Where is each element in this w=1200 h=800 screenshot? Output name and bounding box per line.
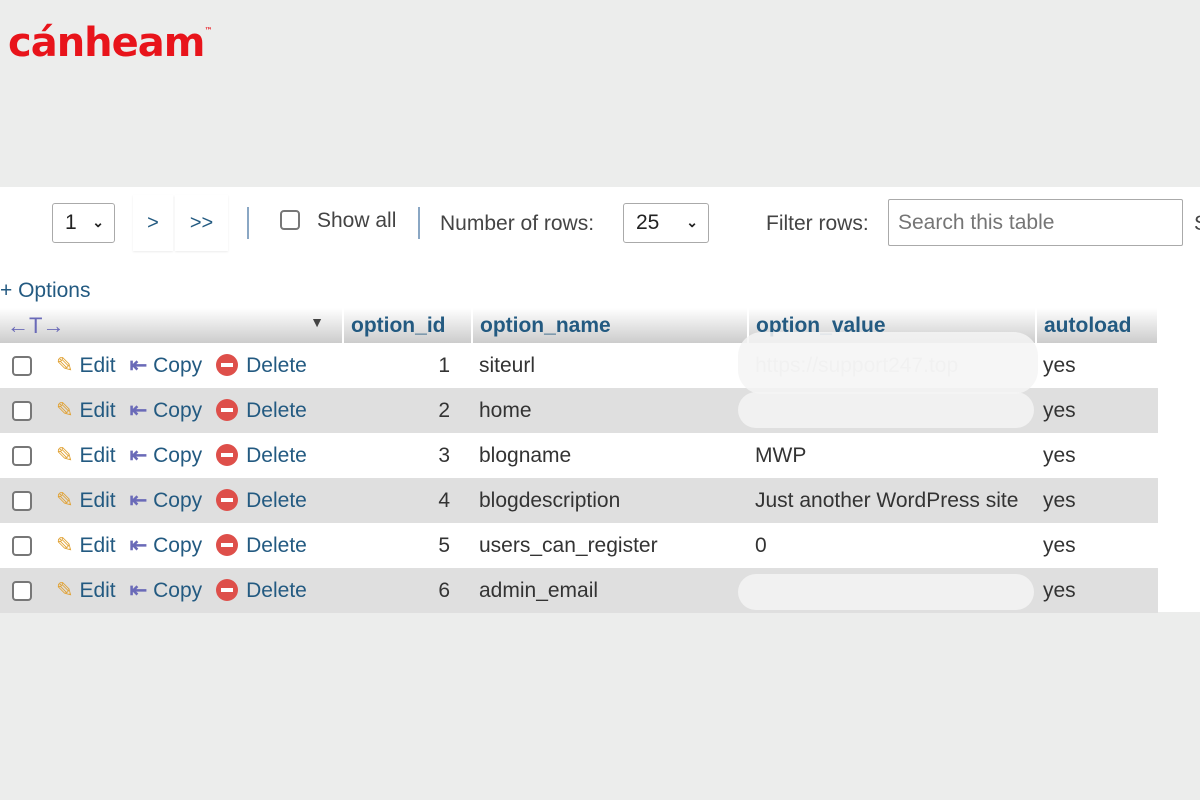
row-actions: ✎ Edit ⇤ Copy Delete [0, 433, 343, 478]
pencil-icon: ✎ [56, 489, 74, 512]
copy-button[interactable]: ⇤ Copy [130, 354, 202, 377]
row-checkbox[interactable] [12, 536, 32, 556]
copy-button[interactable]: ⇤ Copy [130, 579, 202, 602]
chevron-down-icon: ⌄ [686, 214, 698, 230]
copy-button[interactable]: ⇤ Copy [130, 444, 202, 467]
delete-button[interactable]: Delete [216, 399, 307, 422]
row-checkbox[interactable] [12, 581, 32, 601]
copy-icon: ⇤ [129, 399, 148, 422]
cell-autoload[interactable]: yes [1036, 433, 1158, 478]
filter-label: Filter rows: [766, 212, 869, 235]
row-actions: ✎ Edit ⇤ Copy Delete [0, 388, 343, 433]
cell-autoload[interactable]: yes [1036, 523, 1158, 568]
edit-button[interactable]: ✎ Edit [56, 444, 116, 467]
redaction-overlay [738, 332, 1038, 394]
edit-button[interactable]: ✎ Edit [56, 354, 116, 377]
delete-icon [216, 354, 239, 376]
delete-icon [216, 534, 239, 556]
cell-autoload[interactable]: yes [1036, 343, 1158, 388]
pencil-icon: ✎ [56, 399, 74, 422]
pagination-bar: 1 ⌄ > >> Show all Number of rows: 25 ⌄ Fil… [0, 187, 1200, 267]
pencil-icon: ✎ [56, 354, 74, 377]
redaction-overlay [738, 392, 1034, 428]
copy-button[interactable]: ⇤ Copy [130, 399, 202, 422]
rows-label: Number of rows: [440, 212, 595, 235]
copy-button[interactable]: ⇤ Copy [130, 489, 202, 512]
row-actions: ✎ Edit ⇤ Copy Delete [0, 343, 343, 388]
delete-icon [216, 444, 239, 466]
cell-autoload[interactable]: yes [1036, 568, 1158, 613]
cell-option-name[interactable]: blogdescription [472, 478, 748, 523]
show-all-checkbox[interactable] [280, 210, 300, 230]
cell-autoload[interactable]: yes [1036, 478, 1158, 523]
delete-button[interactable]: Delete [216, 534, 307, 557]
copy-icon: ⇤ [129, 354, 148, 377]
table-row: ✎ Edit ⇤ Copy Delete 5 users_can_register … [0, 523, 1158, 568]
cell-option-id: 3 [343, 433, 472, 478]
table-row: ✎ Edit ⇤ Copy Delete 4 blogdescription Jus… [0, 478, 1158, 523]
delete-button[interactable]: Delete [216, 489, 307, 512]
delete-button[interactable]: Delete [216, 579, 307, 602]
divider [247, 207, 249, 239]
page-select[interactable]: 1 ⌄ [52, 203, 115, 243]
cell-option-id: 6 [343, 568, 472, 613]
column-resize-header[interactable]: ←T→ ▼ [0, 308, 344, 343]
options-link[interactable]: + Options [0, 279, 90, 303]
arrows-icon: ←T→ [7, 312, 65, 338]
column-header-autoload[interactable]: autoload [1036, 308, 1159, 343]
edit-button[interactable]: ✎ Edit [56, 489, 116, 512]
delete-icon [216, 579, 239, 601]
row-actions: ✎ Edit ⇤ Copy Delete [0, 523, 343, 568]
row-checkbox[interactable] [12, 401, 32, 421]
last-page-button[interactable]: >> [175, 195, 228, 251]
row-checkbox[interactable] [12, 356, 32, 376]
copy-icon: ⇤ [129, 444, 148, 467]
edit-button[interactable]: ✎ Edit [56, 579, 116, 602]
delete-icon [216, 489, 239, 511]
edit-button[interactable]: ✎ Edit [56, 399, 116, 422]
cell-option-name[interactable]: home [472, 388, 748, 433]
cell-option-name[interactable]: admin_email [472, 568, 748, 613]
table-row: ✎ Edit ⇤ Copy Delete 3 blogname MWP yes [0, 433, 1158, 478]
cell-option-name[interactable]: blogname [472, 433, 748, 478]
divider [418, 207, 420, 239]
column-header-option-id[interactable]: option_id [343, 308, 473, 343]
cell-option-id: 2 [343, 388, 472, 433]
clipped-label: S [1194, 212, 1200, 236]
cell-option-id: 4 [343, 478, 472, 523]
show-all-label: Show all [317, 209, 397, 232]
copy-icon: ⇤ [129, 534, 148, 557]
copy-icon: ⇤ [129, 579, 148, 602]
delete-button[interactable]: Delete [216, 444, 307, 467]
cell-option-id: 1 [343, 343, 472, 388]
redaction-overlay [738, 574, 1034, 610]
column-header-option-name[interactable]: option_name [472, 308, 749, 343]
row-actions: ✎ Edit ⇤ Copy Delete [0, 568, 343, 613]
copy-button[interactable]: ⇤ Copy [130, 534, 202, 557]
pencil-icon: ✎ [56, 444, 74, 467]
cell-option-name[interactable]: users_can_register [472, 523, 748, 568]
row-checkbox[interactable] [12, 491, 32, 511]
row-checkbox[interactable] [12, 446, 32, 466]
sort-dropdown-icon[interactable]: ▼ [310, 314, 324, 330]
delete-button[interactable]: Delete [216, 354, 307, 377]
edit-button[interactable]: ✎ Edit [56, 534, 116, 557]
cell-option-value[interactable]: 0 [748, 523, 1036, 568]
cell-autoload[interactable]: yes [1036, 388, 1158, 433]
chevron-down-icon: ⌄ [92, 214, 104, 230]
pencil-icon: ✎ [56, 534, 74, 557]
copy-icon: ⇤ [129, 489, 148, 512]
pencil-icon: ✎ [56, 579, 74, 602]
delete-icon [216, 399, 239, 421]
cell-option-value[interactable]: MWP [748, 433, 1036, 478]
cell-option-name[interactable]: siteurl [472, 343, 748, 388]
logo: cánheam™ [8, 20, 212, 66]
cell-option-id: 5 [343, 523, 472, 568]
cell-option-value[interactable]: Just another WordPress site [748, 478, 1036, 523]
row-actions: ✎ Edit ⇤ Copy Delete [0, 478, 343, 523]
rows-select[interactable]: 25 ⌄ [623, 203, 709, 243]
next-page-button[interactable]: > [133, 195, 173, 251]
search-input[interactable] [888, 199, 1183, 246]
